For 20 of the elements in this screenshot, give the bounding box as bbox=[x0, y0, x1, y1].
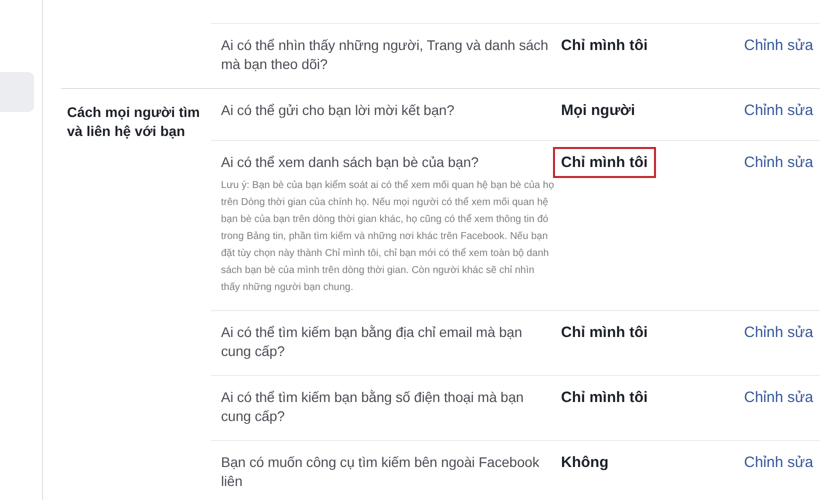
setting-note: Lưu ý: Bạn bè của bạn kiểm soát ai có thể xem mối quan hệ bạn bè của họ trên Dòng thời gian của chính họ. Nếu mọi người có thể xem mối quan hệ bạn bè của bạn trên dòng thời gian khác, họ cũng có thể xem thông tin đó trong Bảng tin, phần tìm kiếm và những nơi khác trên Facebook. Nếu bạn đặt tùy chọn này thành Chỉ mình tôi, chỉ bạn mới có thể xem toàn bộ danh sách bạn bè của mình trên dòng thời gian. Còn người khác sẽ chỉ nhìn thấy những người bạn chung. bbox=[221, 178, 555, 295]
setting-question: Ai có thể tìm kiếm bạn bằng số điện thoại mà bạn cung cấp? bbox=[221, 388, 525, 426]
setting-question: Ai có thể gửi cho bạn lời mời kết bạn? bbox=[221, 101, 456, 120]
setting-question: Ai có thể xem danh sách bạn bè của bạn? bbox=[221, 153, 480, 172]
setting-question: Ai có thể tìm kiếm bạn bằng địa chỉ email mà bạn cung cấp? bbox=[221, 323, 524, 361]
section-label: Cách mọi người tìm và liên hệ với bạn bbox=[66, 103, 201, 141]
setting-value: Không bbox=[560, 453, 610, 473]
setting-question: Ai có thể nhìn thấy những người, Trang và danh sách mà bạn theo dõi? bbox=[221, 36, 550, 74]
edit-link[interactable]: Chỉnh sửa bbox=[744, 101, 814, 120]
edit-link[interactable]: Chỉnh sửa bbox=[744, 36, 814, 55]
edit-link[interactable]: Chỉnh sửa bbox=[744, 388, 814, 407]
setting-value: Chỉ mình tôi bbox=[553, 147, 656, 178]
edit-link[interactable]: Chỉnh sửa bbox=[744, 153, 814, 172]
setting-value: Chỉ mình tôi bbox=[560, 388, 649, 408]
setting-value: Chỉ mình tôi bbox=[560, 36, 649, 56]
setting-value: Chỉ mình tôi bbox=[560, 323, 649, 343]
edit-link[interactable]: Chỉnh sửa bbox=[744, 453, 814, 472]
edit-link[interactable]: Chỉnh sửa bbox=[744, 323, 814, 342]
setting-question: Bạn có muốn công cụ tìm kiếm bên ngoài Facebook liên bbox=[221, 453, 540, 491]
setting-value: Mọi người bbox=[560, 101, 636, 121]
